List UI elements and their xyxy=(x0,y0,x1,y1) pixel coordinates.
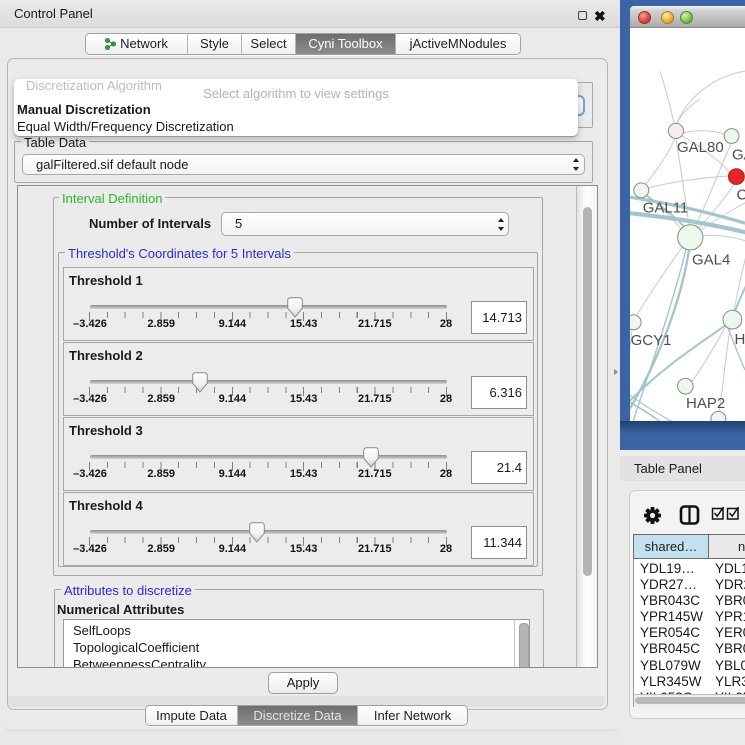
svg-text:GCY1: GCY1 xyxy=(631,332,672,349)
svg-text:GAL4: GAL4 xyxy=(692,252,730,269)
svg-text:GA: GA xyxy=(732,147,745,164)
svg-text:GAL80: GAL80 xyxy=(677,139,724,156)
svg-text:HAP2: HAP2 xyxy=(686,395,725,412)
svg-text:GAL11: GAL11 xyxy=(643,200,689,217)
svg-text:H: H xyxy=(735,331,745,348)
svg-text:C: C xyxy=(737,187,745,204)
